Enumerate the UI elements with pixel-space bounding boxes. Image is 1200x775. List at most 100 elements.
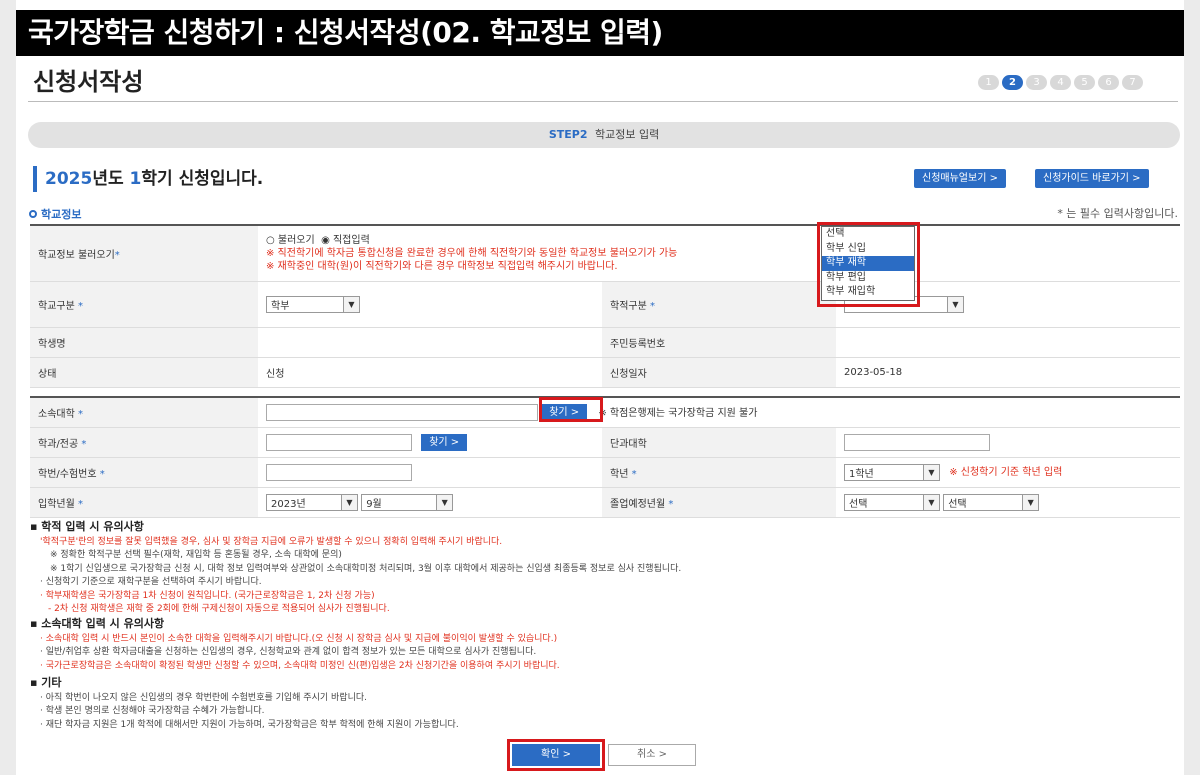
radio-direct-label: 직접입력: [332, 234, 370, 246]
required-star: *: [99, 468, 105, 480]
univ-input[interactable]: [266, 404, 538, 421]
cancel-button[interactable]: 취소 >: [608, 744, 696, 766]
student-no-label-cell: 학번/수험번호 *: [30, 456, 258, 488]
grad-label: 졸업예정년월: [610, 498, 666, 510]
note-line: · 소속대학 입력 시 반드시 본인이 소속한 대학을 입력해주시기 바랍니다.…: [40, 633, 558, 644]
rrn-label: 주민등록번호: [602, 326, 836, 358]
note-line: · 재단 학자금 지원은 1개 학적에 대해서만 지원이 가능하며, 국가장학금…: [40, 719, 459, 730]
notes-heading: ▪ 소속대학 입력 시 유의사항: [30, 617, 165, 630]
grade-cell: 1학년 ▼ ※ 신청학기 기준 학년 입력: [836, 456, 1180, 488]
note-line: · 국가근로장학금은 소속대학이 확정된 학생만 신청할 수 있으며, 소속대학…: [40, 660, 560, 671]
chevron-down-icon: ▼: [343, 296, 359, 312]
dept-cell: 찾기 >: [258, 426, 602, 458]
dept-find-button[interactable]: 찾기 >: [421, 433, 468, 451]
note-line: '학적구분'란의 정보를 잘못 입력했을 경우, 심사 및 장학금 지급에 오류…: [40, 536, 503, 547]
dept-label-cell: 학과/전공 *: [30, 426, 258, 458]
chevron-down-icon: ▼: [1022, 494, 1039, 510]
step-bar-label: STEP2: [548, 128, 588, 141]
college-input[interactable]: [844, 433, 990, 451]
grade-note: ※ 신청학기 기준 학년 입력: [949, 467, 1063, 479]
required-star: *: [114, 249, 120, 261]
chevron-down-icon: ▼: [923, 464, 939, 480]
status-label: 상태: [30, 356, 258, 388]
status-value: 신청: [258, 356, 602, 388]
grad-year-select[interactable]: 선택 ▼: [844, 493, 940, 511]
grad-cell: 선택 ▼ 선택 ▼: [836, 486, 1180, 518]
chevron-down-icon: ▼: [341, 494, 357, 510]
school-info-table: 학교정보 불러오기* ○ 불러오기 ◉ 직접입력 ※ 직전학기에 학자금 통합신…: [30, 224, 1180, 388]
grad-year-value: 선택: [849, 498, 868, 510]
load-note-2: ※ 재학중인 대학(원)이 직전학기와 다른 경우 대학정보 직접입력 해주시기…: [266, 260, 618, 272]
find-button-highlight-box: [539, 397, 603, 422]
note-line: · 신청학기 기준으로 재학구분을 선택하여 주시기 바랍니다.: [40, 577, 262, 587]
univ-label: 소속대학: [38, 408, 75, 420]
student-name-value: [258, 326, 602, 358]
notes-university: ▪ 소속대학 입력 시 유의사항 · 소속대학 입력 시 반드시 본인이 소속한…: [30, 617, 560, 673]
load-options-cell: ○ 불러오기 ◉ 직접입력 ※ 직전학기에 학자금 통합신청을 완료한 경우에 …: [258, 224, 1180, 282]
load-radio-group: ○ 불러오기 ◉ 직접입력: [266, 234, 1172, 247]
grad-month-value: 선택: [948, 498, 967, 510]
college-cell: [836, 426, 1180, 458]
university-info-table: 소속대학 * 찾기 > ※ 학점은행제는 국가장학금 지원 불가 학과/전공 *…: [30, 396, 1180, 518]
grade-label-cell: 학년 *: [602, 456, 836, 488]
window-title: 국가장학금 신청하기 : 신청서작성(02. 학교정보 입력): [16, 10, 1184, 56]
chevron-down-icon: ▼: [923, 494, 939, 510]
school-type-value: 학부: [271, 300, 290, 312]
period-term: 1: [129, 169, 142, 189]
radio-direct[interactable]: ◉: [321, 235, 333, 246]
grade-select[interactable]: 1학년 ▼: [844, 463, 940, 481]
entry-month-value: 9월: [366, 498, 382, 510]
note-line: ※ 정확한 학적구분 선택 필수(재학, 재입학 등 혼동될 경우, 소속 대학…: [50, 550, 342, 560]
required-note: * 는 필수 입력사항입니다.: [1057, 207, 1178, 220]
step-bar: STEP2 학교정보 입력: [28, 122, 1180, 148]
school-type-label-cell: 학교구분 *: [30, 280, 258, 328]
step-2: 2: [1002, 75, 1023, 90]
notes-heading: ▪ 학적 입력 시 유의사항: [30, 520, 144, 533]
load-label: 학교정보 불러오기: [38, 249, 115, 261]
entry-year-select[interactable]: 2023년 ▼: [266, 493, 358, 511]
dept-label: 학과/전공: [38, 438, 79, 450]
load-label-cell: 학교정보 불러오기*: [30, 224, 258, 282]
apply-date-value: 2023-05-18: [836, 356, 1180, 388]
chevron-down-icon: ▼: [436, 494, 453, 510]
grade-label: 학년: [610, 468, 629, 480]
school-type-select[interactable]: 학부 ▼: [266, 295, 360, 313]
period-year: 2025: [45, 169, 93, 189]
section-label: 학교정보: [29, 206, 81, 222]
radio-load[interactable]: ○: [266, 235, 278, 246]
academic-type-label: 학적구분: [610, 300, 647, 312]
chevron-down-icon: ▼: [947, 296, 963, 312]
entry-label: 입학년월: [38, 498, 75, 510]
entry-year-value: 2023년: [271, 498, 306, 510]
note-line: · 아직 학번이 나오지 않은 신입생의 경우 학번란에 수험번호를 기입해 주…: [40, 692, 367, 703]
guide-button[interactable]: 신청가이드 바로가기 >: [1035, 169, 1149, 188]
note-line: ※ 1학기 신입생으로 국가장학금 신청 시, 대학 정보 입력여부와 상관없이…: [50, 563, 682, 574]
section-label-text: 학교정보: [41, 208, 82, 221]
step-indicator: 1 2 3 4 5 6 7: [978, 75, 1143, 90]
required-star: *: [650, 300, 655, 312]
univ-cell: 찾기 > ※ 학점은행제는 국가장학금 지원 불가: [258, 396, 1180, 428]
entry-cell: 2023년 ▼ 9월 ▼: [258, 486, 602, 518]
univ-label-cell: 소속대학 *: [30, 396, 258, 428]
school-type-label: 학교구분: [38, 300, 75, 312]
school-type-cell: 학부 ▼: [258, 280, 602, 328]
student-no-input[interactable]: [266, 463, 412, 481]
note-line: · 학부재학생은 국가장학금 1차 신청이 원칙입니다. (국가근로장학금은 1…: [40, 590, 375, 601]
note-line: - 2차 신청 재학생은 재학 중 2회에 한해 구제신청이 자동으로 적용되어…: [48, 604, 390, 614]
grade-value: 1학년: [849, 468, 874, 480]
grad-month-select[interactable]: 선택 ▼: [943, 493, 1040, 511]
dept-input[interactable]: [266, 433, 412, 451]
confirm-highlight-box: [507, 739, 605, 771]
entry-month-select[interactable]: 9월 ▼: [361, 493, 454, 511]
note-line: · 일반/취업후 상환 학자금대출을 신청하는 신입생의 경우, 신청학교와 관…: [40, 647, 537, 657]
radio-load-label: 불러오기: [277, 234, 315, 246]
period-year-suffix: 년도: [92, 169, 124, 189]
required-star: *: [668, 498, 674, 510]
required-star: *: [78, 408, 83, 420]
notes-heading-text: 소속대학 입력 시 유의사항: [41, 617, 165, 630]
dropdown-highlight-box: [817, 222, 920, 307]
college-label: 단과대학: [602, 426, 836, 458]
step-6: 6: [1098, 75, 1119, 90]
step-bar-text: 학교정보 입력: [594, 128, 660, 141]
manual-button[interactable]: 신청매뉴얼보기 >: [914, 169, 1006, 188]
